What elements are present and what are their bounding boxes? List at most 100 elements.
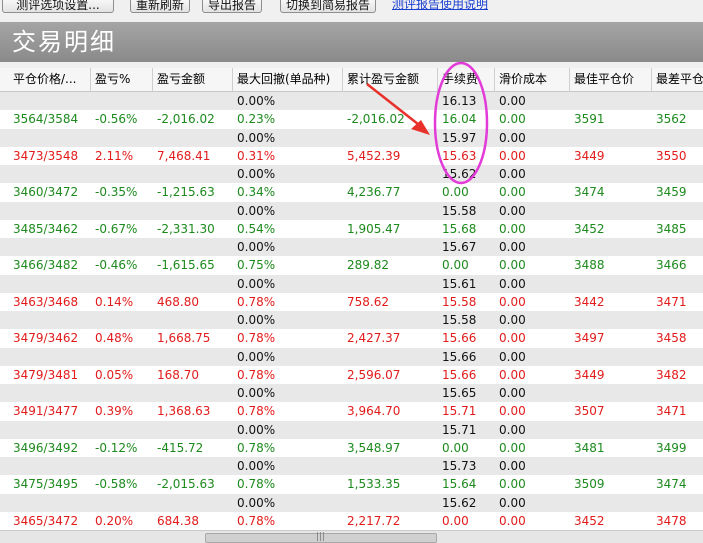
cell-slip: 0.00	[499, 258, 526, 273]
cell-drawdown: 0.34%	[237, 185, 276, 200]
trade-sub-row[interactable]: 0.00% 16.13 0.00	[0, 92, 703, 111]
trade-row[interactable]: 3496/3492 -0.12% -415.72 0.78% 3,548.97 0.00 0…	[0, 438, 703, 457]
cell-best: 3591	[574, 112, 605, 127]
cell-drawdown: 0.00%	[237, 386, 276, 400]
cell-fee: 15.62	[442, 495, 477, 510]
cell-drawdown: 0.00%	[237, 130, 276, 145]
trade-sub-row[interactable]: 0.00% 15.58 0.00	[0, 201, 703, 220]
cell-worst: 3550	[656, 148, 687, 163]
cell-worst: 3458	[656, 331, 687, 346]
cell-slip: 0.00	[499, 94, 526, 108]
cell-drawdown: 0.00%	[237, 495, 276, 510]
trade-row[interactable]: 3460/3472 -0.35% -1,215.63 0.34% 4,236.77 0.0…	[0, 183, 703, 202]
report-help-link[interactable]: 测评报告使用说明	[392, 0, 488, 13]
cell-worst: 3485	[656, 221, 687, 236]
trade-sub-row[interactable]: 0.00% 15.62 0.00	[0, 493, 703, 512]
cell-price: 3463/3468	[13, 294, 79, 309]
cell-fee: 15.63	[442, 148, 477, 163]
cell-worst: 3471	[656, 404, 687, 419]
trade-row[interactable]: 3479/3462 0.48% 1,668.75 0.78% 2,427.37 15.66…	[0, 329, 703, 348]
cell-slip: 0.00	[499, 367, 526, 382]
trade-sub-row[interactable]: 0.00% 15.71 0.00	[0, 420, 703, 439]
cell-drawdown: 0.78%	[237, 440, 276, 455]
cell-drawdown: 0.78%	[237, 367, 276, 382]
cell-slip: 0.00	[499, 404, 526, 419]
refresh-button[interactable]: 重新刷新	[130, 0, 190, 13]
header-col-pnl-amount[interactable]: 盈亏金额	[153, 68, 233, 91]
trade-row[interactable]: 3463/3468 0.14% 468.80 0.78% 758.62 15.58 0.00…	[0, 292, 703, 311]
cell-pct: 0.14%	[95, 294, 134, 309]
cell-worst: 3478	[656, 513, 687, 528]
cell-pct: -0.12%	[95, 440, 138, 455]
section-header: 交易明细	[0, 22, 703, 62]
cell-drawdown: 0.75%	[237, 258, 276, 273]
trade-row[interactable]: 3475/3495 -0.58% -2,015.63 0.78% 1,533.35 15.…	[0, 475, 703, 494]
cell-drawdown: 0.78%	[237, 477, 276, 492]
trade-row[interactable]: 3466/3482 -0.46% -1,615.65 0.75% 289.82 0.00 0…	[0, 256, 703, 275]
cell-best: 3449	[574, 367, 605, 382]
cell-fee: 15.58	[442, 203, 477, 218]
trade-row[interactable]: 3465/3472 0.20% 684.38 0.78% 2,217.72 0.00 0.0…	[0, 511, 703, 530]
header-col-worst-close[interactable]: 最差平仓	[652, 68, 703, 91]
cell-fee: 15.64	[442, 477, 477, 492]
trade-details-table[interactable]: 平仓价格/... 盈亏% 盈亏金额 最大回撤(单品种) 累计盈亏金额 手续费 滑价成本 最佳平…	[0, 68, 703, 530]
cell-worst: 3562	[656, 112, 687, 127]
cell-cumulative: 2,217.72	[347, 513, 401, 528]
cell-fee: 15.61	[442, 276, 477, 291]
cell-cumulative: 3,548.97	[347, 440, 401, 455]
header-col-fee[interactable]: 手续费	[438, 68, 495, 91]
cell-slip: 0.00	[499, 167, 526, 181]
trade-sub-row[interactable]: 0.00% 15.73 0.00	[0, 457, 703, 476]
cell-fee: 0.00	[442, 185, 469, 200]
trade-sub-row[interactable]: 0.00% 15.65 0.00	[0, 384, 703, 403]
cell-fee: 15.71	[442, 404, 477, 419]
switch-simple-report-button[interactable]: 切换到简易报告	[280, 0, 376, 13]
cell-drawdown: 0.00%	[237, 94, 276, 108]
cell-fee: 15.65	[442, 386, 477, 400]
horizontal-scrollbar[interactable]: |||	[0, 530, 703, 543]
trade-sub-row[interactable]: 0.00% 15.58 0.00	[0, 311, 703, 330]
cell-pct: 2.11%	[95, 148, 134, 163]
table-body: 0.00% 16.13 0.00 3564/3584 -0.56% -2,016.02 0.…	[0, 92, 703, 530]
cell-price: 3475/3495	[13, 477, 79, 492]
header-col-cumulative-pnl[interactable]: 累计盈亏金额	[343, 68, 438, 91]
export-report-button[interactable]: 导出报告	[202, 0, 262, 13]
cell-price: 3465/3472	[13, 513, 79, 528]
cell-best: 3481	[574, 440, 605, 455]
cell-price: 3460/3472	[13, 185, 79, 200]
evaluation-options-button[interactable]: 测评选项设置...	[2, 0, 114, 13]
trade-sub-row[interactable]: 0.00% 15.66 0.00	[0, 347, 703, 366]
trade-sub-row[interactable]: 0.00% 15.61 0.00	[0, 274, 703, 293]
cell-amount: -1,615.65	[157, 258, 215, 273]
trade-sub-row[interactable]: 0.00% 15.62 0.00	[0, 165, 703, 184]
trade-sub-row[interactable]: 0.00% 15.67 0.00	[0, 238, 703, 257]
cell-slip: 0.00	[499, 349, 526, 364]
trade-row[interactable]: 3479/3481 0.05% 168.70 0.78% 2,596.07 15.66 0.…	[0, 365, 703, 384]
cell-best: 3452	[574, 221, 605, 236]
cell-price: 3496/3492	[13, 440, 79, 455]
trade-row[interactable]: 3473/3548 2.11% 7,468.41 0.31% 5,452.39 15.63…	[0, 146, 703, 165]
cell-cumulative: 758.62	[347, 294, 389, 309]
header-col-max-drawdown[interactable]: 最大回撤(单品种)	[233, 68, 343, 91]
cell-slip: 0.00	[499, 331, 526, 346]
cell-price: 3473/3548	[13, 148, 79, 163]
header-col-pnl-pct[interactable]: 盈亏%	[91, 68, 153, 91]
cell-pct: 0.39%	[95, 404, 134, 419]
toolbar: 测评选项设置... 重新刷新 导出报告 切换到简易报告 测评报告使用说明	[0, 0, 703, 17]
cell-drawdown: 0.00%	[237, 167, 276, 181]
cell-price: 3479/3462	[13, 331, 79, 346]
cell-fee: 15.67	[442, 240, 477, 254]
trade-sub-row[interactable]: 0.00% 15.97 0.00	[0, 128, 703, 147]
header-col-close-price[interactable]: 平仓价格/...	[9, 68, 91, 91]
cell-best: 3488	[574, 258, 605, 273]
trade-row[interactable]: 3491/3477 0.39% 1,368.63 0.78% 3,964.70 15.71…	[0, 402, 703, 421]
cell-fee: 15.71	[442, 422, 477, 437]
cell-best: 3449	[574, 148, 605, 163]
header-col-best-close[interactable]: 最佳平仓价	[570, 68, 652, 91]
trade-row[interactable]: 3485/3462 -0.67% -2,331.30 0.54% 1,905.47 15.…	[0, 219, 703, 238]
cell-fee: 16.13	[442, 94, 477, 108]
cell-worst: 3466	[656, 258, 687, 273]
header-col-slippage[interactable]: 滑价成本	[495, 68, 570, 91]
cell-cumulative: 1,533.35	[347, 477, 401, 492]
trade-row[interactable]: 3564/3584 -0.56% -2,016.02 0.23% -2,016.02 16…	[0, 110, 703, 129]
